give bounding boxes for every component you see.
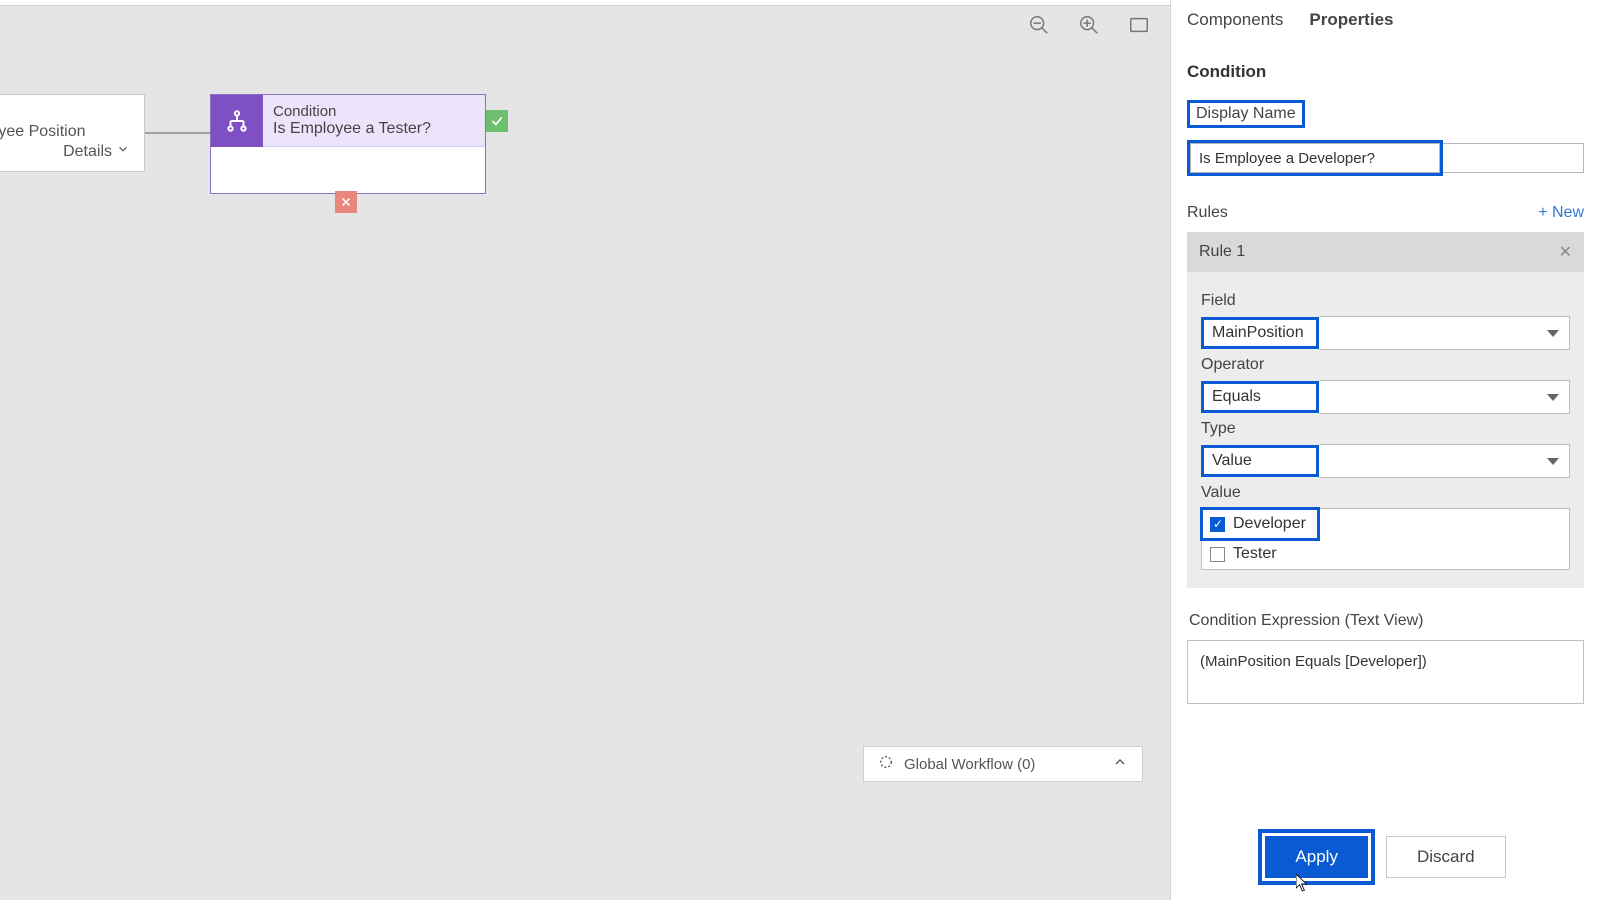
condition-expression-label: Condition Expression (Text View) <box>1189 612 1582 630</box>
condition-yes-badge[interactable] <box>486 110 508 132</box>
operator-value: Equals <box>1201 381 1319 413</box>
value-option-label: Tester <box>1233 545 1277 563</box>
condition-icon <box>211 95 263 147</box>
operator-label: Operator <box>1201 356 1570 374</box>
cursor-icon <box>1296 874 1310 894</box>
chevron-down-icon <box>1547 394 1559 401</box>
process-designer-canvas[interactable]: ee Employee Position Details Condition I… <box>0 6 1170 900</box>
rule-body: Field MainPosition Operator Equals Type … <box>1187 272 1584 588</box>
checkbox-unchecked-icon <box>1210 547 1225 562</box>
rules-label: Rules <box>1187 204 1228 222</box>
tab-components[interactable]: Components <box>1187 10 1283 30</box>
node-connector <box>145 132 210 134</box>
previous-step-title: ee <box>0 95 144 123</box>
field-label: Field <box>1201 292 1570 310</box>
details-toggle[interactable]: Details <box>63 142 130 161</box>
operator-select[interactable]: Equals <box>1201 380 1570 414</box>
value-option-developer[interactable]: Developer <box>1202 509 1318 539</box>
type-select[interactable]: Value <box>1201 444 1570 478</box>
previous-step-node[interactable]: ee Employee Position Details <box>0 94 145 172</box>
discard-button[interactable]: Discard <box>1386 836 1506 878</box>
condition-node-header: Condition Is Employee a Tester? <box>211 95 485 147</box>
previous-step-subtitle: Employee Position <box>0 123 144 141</box>
new-rule-button[interactable]: + New <box>1538 204 1584 222</box>
value-label: Value <box>1201 484 1570 502</box>
panel-section-title: Condition <box>1187 62 1584 82</box>
condition-expression-text[interactable]: (MainPosition Equals [Developer]) <box>1187 640 1584 704</box>
condition-node[interactable]: Condition Is Employee a Tester? <box>210 94 486 194</box>
value-option-label: Developer <box>1233 515 1306 533</box>
type-value: Value <box>1201 445 1319 477</box>
refresh-icon <box>878 754 894 774</box>
value-options-list: Developer Tester <box>1201 508 1570 570</box>
zoom-in-icon[interactable] <box>1078 14 1100 36</box>
condition-no-badge[interactable] <box>335 191 357 213</box>
rule-title: Rule 1 <box>1199 243 1245 261</box>
chevron-down-icon <box>1547 458 1559 465</box>
display-name-label: Display Name <box>1187 100 1305 128</box>
display-name-input-extension[interactable] <box>1443 143 1584 173</box>
canvas-toolbar <box>1028 14 1150 36</box>
fit-screen-icon[interactable] <box>1128 14 1150 36</box>
field-value: MainPosition <box>1201 317 1319 349</box>
value-option-tester[interactable]: Tester <box>1202 539 1569 569</box>
panel-footer: Apply Discard <box>1171 836 1600 878</box>
condition-node-name: Is Employee a Tester? <box>273 120 431 138</box>
panel-tabs: Components Properties <box>1171 0 1600 36</box>
chevron-down-icon <box>116 142 130 161</box>
chevron-down-icon <box>1547 330 1559 337</box>
display-name-input[interactable] <box>1190 143 1440 173</box>
checkbox-checked-icon <box>1210 517 1225 532</box>
apply-button[interactable]: Apply <box>1265 836 1368 878</box>
properties-panel: Components Properties Condition Display … <box>1170 0 1600 900</box>
field-select[interactable]: MainPosition <box>1201 316 1570 350</box>
type-label: Type <box>1201 420 1570 438</box>
condition-type-label: Condition <box>273 103 431 120</box>
close-icon[interactable]: ✕ <box>1559 242 1572 262</box>
rule-header[interactable]: Rule 1 ✕ <box>1187 232 1584 272</box>
global-workflow-bar[interactable]: Global Workflow (0) <box>863 746 1143 782</box>
tab-properties[interactable]: Properties <box>1309 10 1393 30</box>
chevron-up-icon <box>1112 754 1128 774</box>
details-label: Details <box>63 143 112 161</box>
global-workflow-label: Global Workflow (0) <box>904 756 1035 773</box>
zoom-out-icon[interactable] <box>1028 14 1050 36</box>
